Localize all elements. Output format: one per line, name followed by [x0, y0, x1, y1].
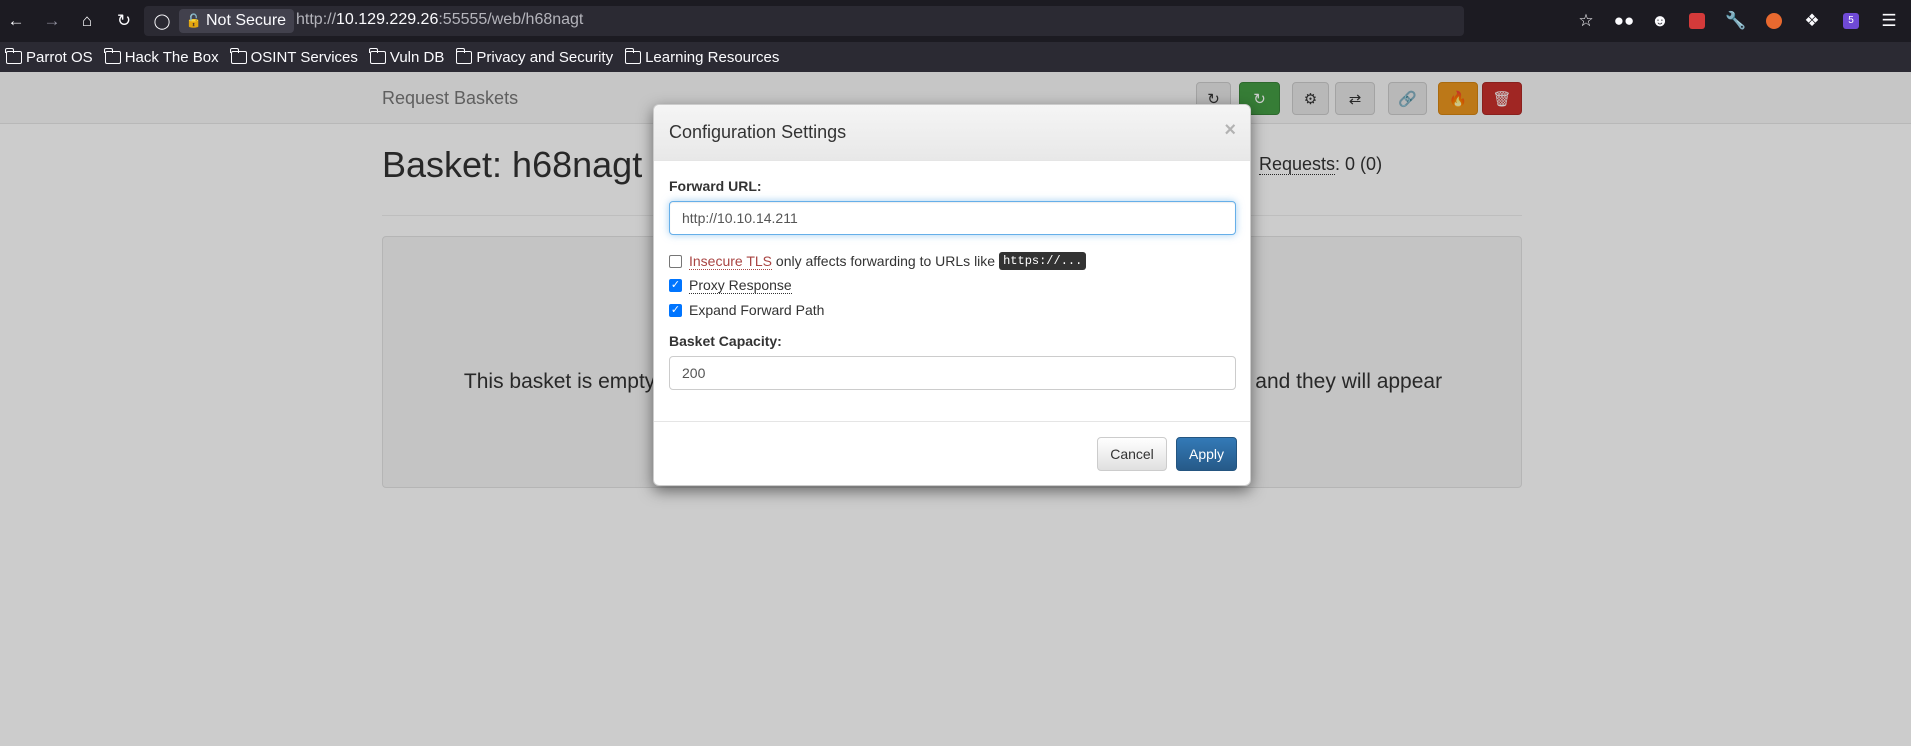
close-icon[interactable]: ×: [1224, 119, 1236, 142]
insecure-tls-hint: only affects forwarding to URLs like: [772, 253, 996, 269]
folder-icon: [5, 47, 22, 64]
folder-icon: [104, 47, 121, 64]
config-settings-modal: Configuration Settings × Forward URL: In…: [653, 104, 1251, 486]
forward-url-input[interactable]: [669, 201, 1236, 235]
insecure-tls-label[interactable]: Insecure TLS: [689, 253, 773, 270]
menu-hamburger-icon[interactable]: ☰: [1877, 9, 1901, 33]
bookmarks-bar: Parrot OS Hack The Box OSINT Services Vu…: [0, 42, 1911, 72]
bookmark-hack-the-box[interactable]: Hack The Box: [104, 47, 219, 66]
forward-url-label: Forward URL:: [669, 178, 762, 194]
insecure-tls-row: Insecure TLS only affects forwarding to …: [669, 252, 1087, 270]
proxy-response-label[interactable]: Proxy Response: [689, 277, 792, 294]
basket-capacity-input[interactable]: [669, 356, 1236, 390]
insecure-tls-checkbox[interactable]: [669, 254, 682, 268]
bookmark-parrot-os[interactable]: Parrot OS: [5, 47, 93, 66]
wrench-icon[interactable]: 🔧: [1724, 9, 1748, 33]
modal-footer-divider: [654, 421, 1250, 422]
proxy-response-checkbox[interactable]: ✓: [669, 279, 682, 292]
folder-icon: [230, 47, 247, 64]
home-icon[interactable]: ⌂: [75, 9, 99, 33]
reload-icon[interactable]: ↻: [112, 9, 136, 33]
modal-header: Configuration Settings ×: [654, 105, 1250, 161]
insecure-lock-icon: 🔓: [185, 13, 203, 28]
browser-toolbar: ← → ⌂ ↻ ◯ 🔓 Not Secure http://10.129.229…: [0, 0, 1911, 42]
modal-title: Configuration Settings: [669, 122, 847, 142]
folder-icon: [624, 47, 642, 64]
tab-counter-icon[interactable]: 5: [1839, 9, 1863, 33]
expand-path-row: ✓ Expand Forward Path: [669, 302, 824, 318]
forward-arrow-icon[interactable]: →: [40, 9, 64, 33]
security-label: Not Secure: [206, 12, 287, 29]
bookmark-privacy-security[interactable]: Privacy and Security: [455, 47, 613, 66]
apply-button[interactable]: Apply: [1176, 437, 1237, 471]
https-code-sample: https://...: [999, 252, 1087, 270]
ublock-icon[interactable]: [1685, 9, 1709, 33]
security-indicator[interactable]: 🔓 Not Secure: [179, 9, 295, 33]
extensions-puzzle-icon[interactable]: ❖: [1800, 9, 1824, 33]
bookmark-star-icon[interactable]: ☆: [1574, 9, 1598, 33]
bookmark-vuln-db[interactable]: Vuln DB: [369, 47, 444, 66]
shield-icon[interactable]: ◯: [153, 12, 171, 30]
expand-path-label[interactable]: Expand Forward Path: [689, 302, 824, 318]
account-icon[interactable]: ☻: [1648, 9, 1672, 33]
folder-icon: [369, 47, 386, 64]
back-arrow-icon[interactable]: ←: [4, 9, 28, 33]
basket-capacity-label: Basket Capacity:: [669, 333, 782, 349]
bookmark-learning-resources[interactable]: Learning Resources: [624, 47, 779, 66]
proxy-response-row: ✓ Proxy Response: [669, 277, 792, 294]
url-text[interactable]: http://10.129.229.26:55555/web/h68nagt: [296, 11, 583, 29]
expand-path-checkbox[interactable]: ✓: [669, 303, 682, 317]
mask-icon[interactable]: ●●: [1612, 9, 1636, 33]
folder-icon: [455, 47, 473, 64]
bookmark-osint-services[interactable]: OSINT Services: [230, 47, 358, 66]
url-bar[interactable]: ◯ 🔓 Not Secure http://10.129.229.26:5555…: [144, 6, 1464, 36]
cancel-button[interactable]: Cancel: [1097, 437, 1167, 471]
foxy-extension-icon[interactable]: [1762, 9, 1786, 33]
